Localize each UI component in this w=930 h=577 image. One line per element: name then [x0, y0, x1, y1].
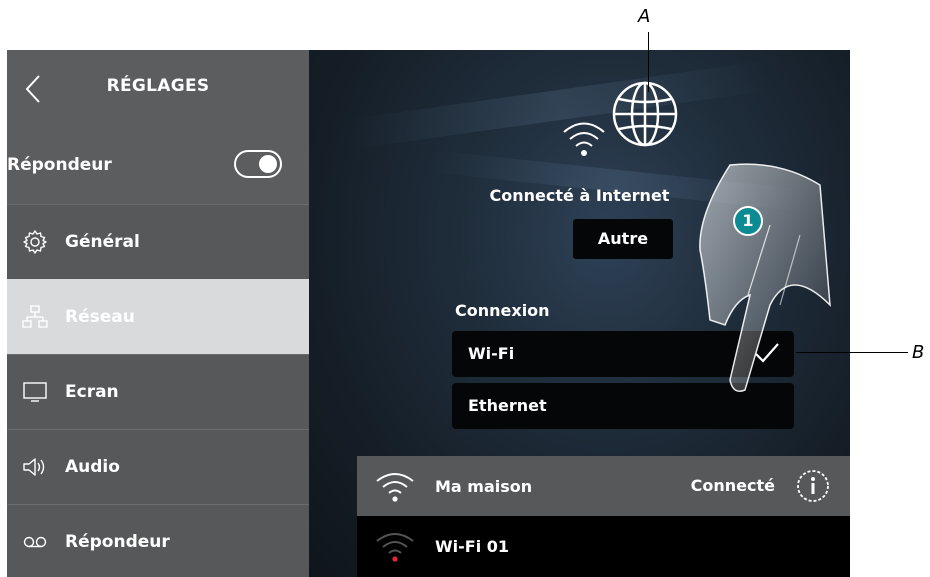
sidebar-item-audio[interactable]: Audio	[7, 429, 309, 505]
network-row[interactable]: Wi-Fi 01	[357, 516, 850, 577]
wifi-icon	[563, 122, 605, 156]
pointing-hand-illustration	[699, 163, 831, 392]
connection-label: Connexion	[455, 301, 550, 320]
speaker-icon	[23, 458, 45, 476]
network-row-connected[interactable]: Ma maison Connecté	[357, 456, 850, 516]
sidebar-item-network[interactable]: Réseau	[7, 279, 309, 355]
gear-icon	[23, 230, 47, 254]
toggle-knob	[259, 155, 277, 173]
callout-b-label: B	[912, 342, 925, 363]
sidebar-item-label: Répondeur	[65, 532, 170, 552]
answering-machine-toggle[interactable]	[234, 150, 282, 178]
sidebar-item-label: Ecran	[65, 382, 119, 402]
globe-icon	[612, 81, 678, 147]
sidebar-item-label: Audio	[65, 457, 120, 477]
background-streak	[348, 60, 770, 150]
callout-a-label: A	[638, 6, 651, 27]
sidebar-item-label: Général	[65, 232, 140, 252]
monitor-icon	[23, 382, 47, 402]
sidebar-item-label: Réseau	[65, 307, 135, 327]
sidebar-header: RÉGLAGES	[7, 50, 309, 128]
sidebar-item-general[interactable]: Général	[7, 204, 309, 280]
step-badge: 1	[733, 206, 763, 236]
network-icon	[22, 305, 48, 328]
page-title: RÉGLAGES	[106, 76, 210, 96]
option-label: Wi-Fi	[468, 344, 515, 363]
network-status: Connecté	[690, 476, 775, 495]
callout-b-line	[796, 352, 908, 353]
callout-a-line	[648, 32, 649, 92]
sidebar-item-answering-machine[interactable]: Répondeur	[7, 504, 309, 577]
network-name: Wi-Fi 01	[435, 537, 510, 556]
wifi-signal-weak-icon	[376, 533, 414, 562]
option-label: Ethernet	[468, 396, 547, 415]
toggle-label: Répondeur	[7, 155, 112, 175]
answering-machine-toggle-row: Répondeur	[7, 128, 309, 205]
settings-sidebar: RÉGLAGES Répondeur Général Réseau Ecran …	[7, 50, 309, 577]
voicemail-icon	[23, 536, 47, 548]
info-icon[interactable]	[796, 469, 830, 503]
sidebar-item-screen[interactable]: Ecran	[7, 354, 309, 430]
wifi-signal-icon	[376, 473, 414, 502]
network-name: Ma maison	[435, 477, 533, 496]
